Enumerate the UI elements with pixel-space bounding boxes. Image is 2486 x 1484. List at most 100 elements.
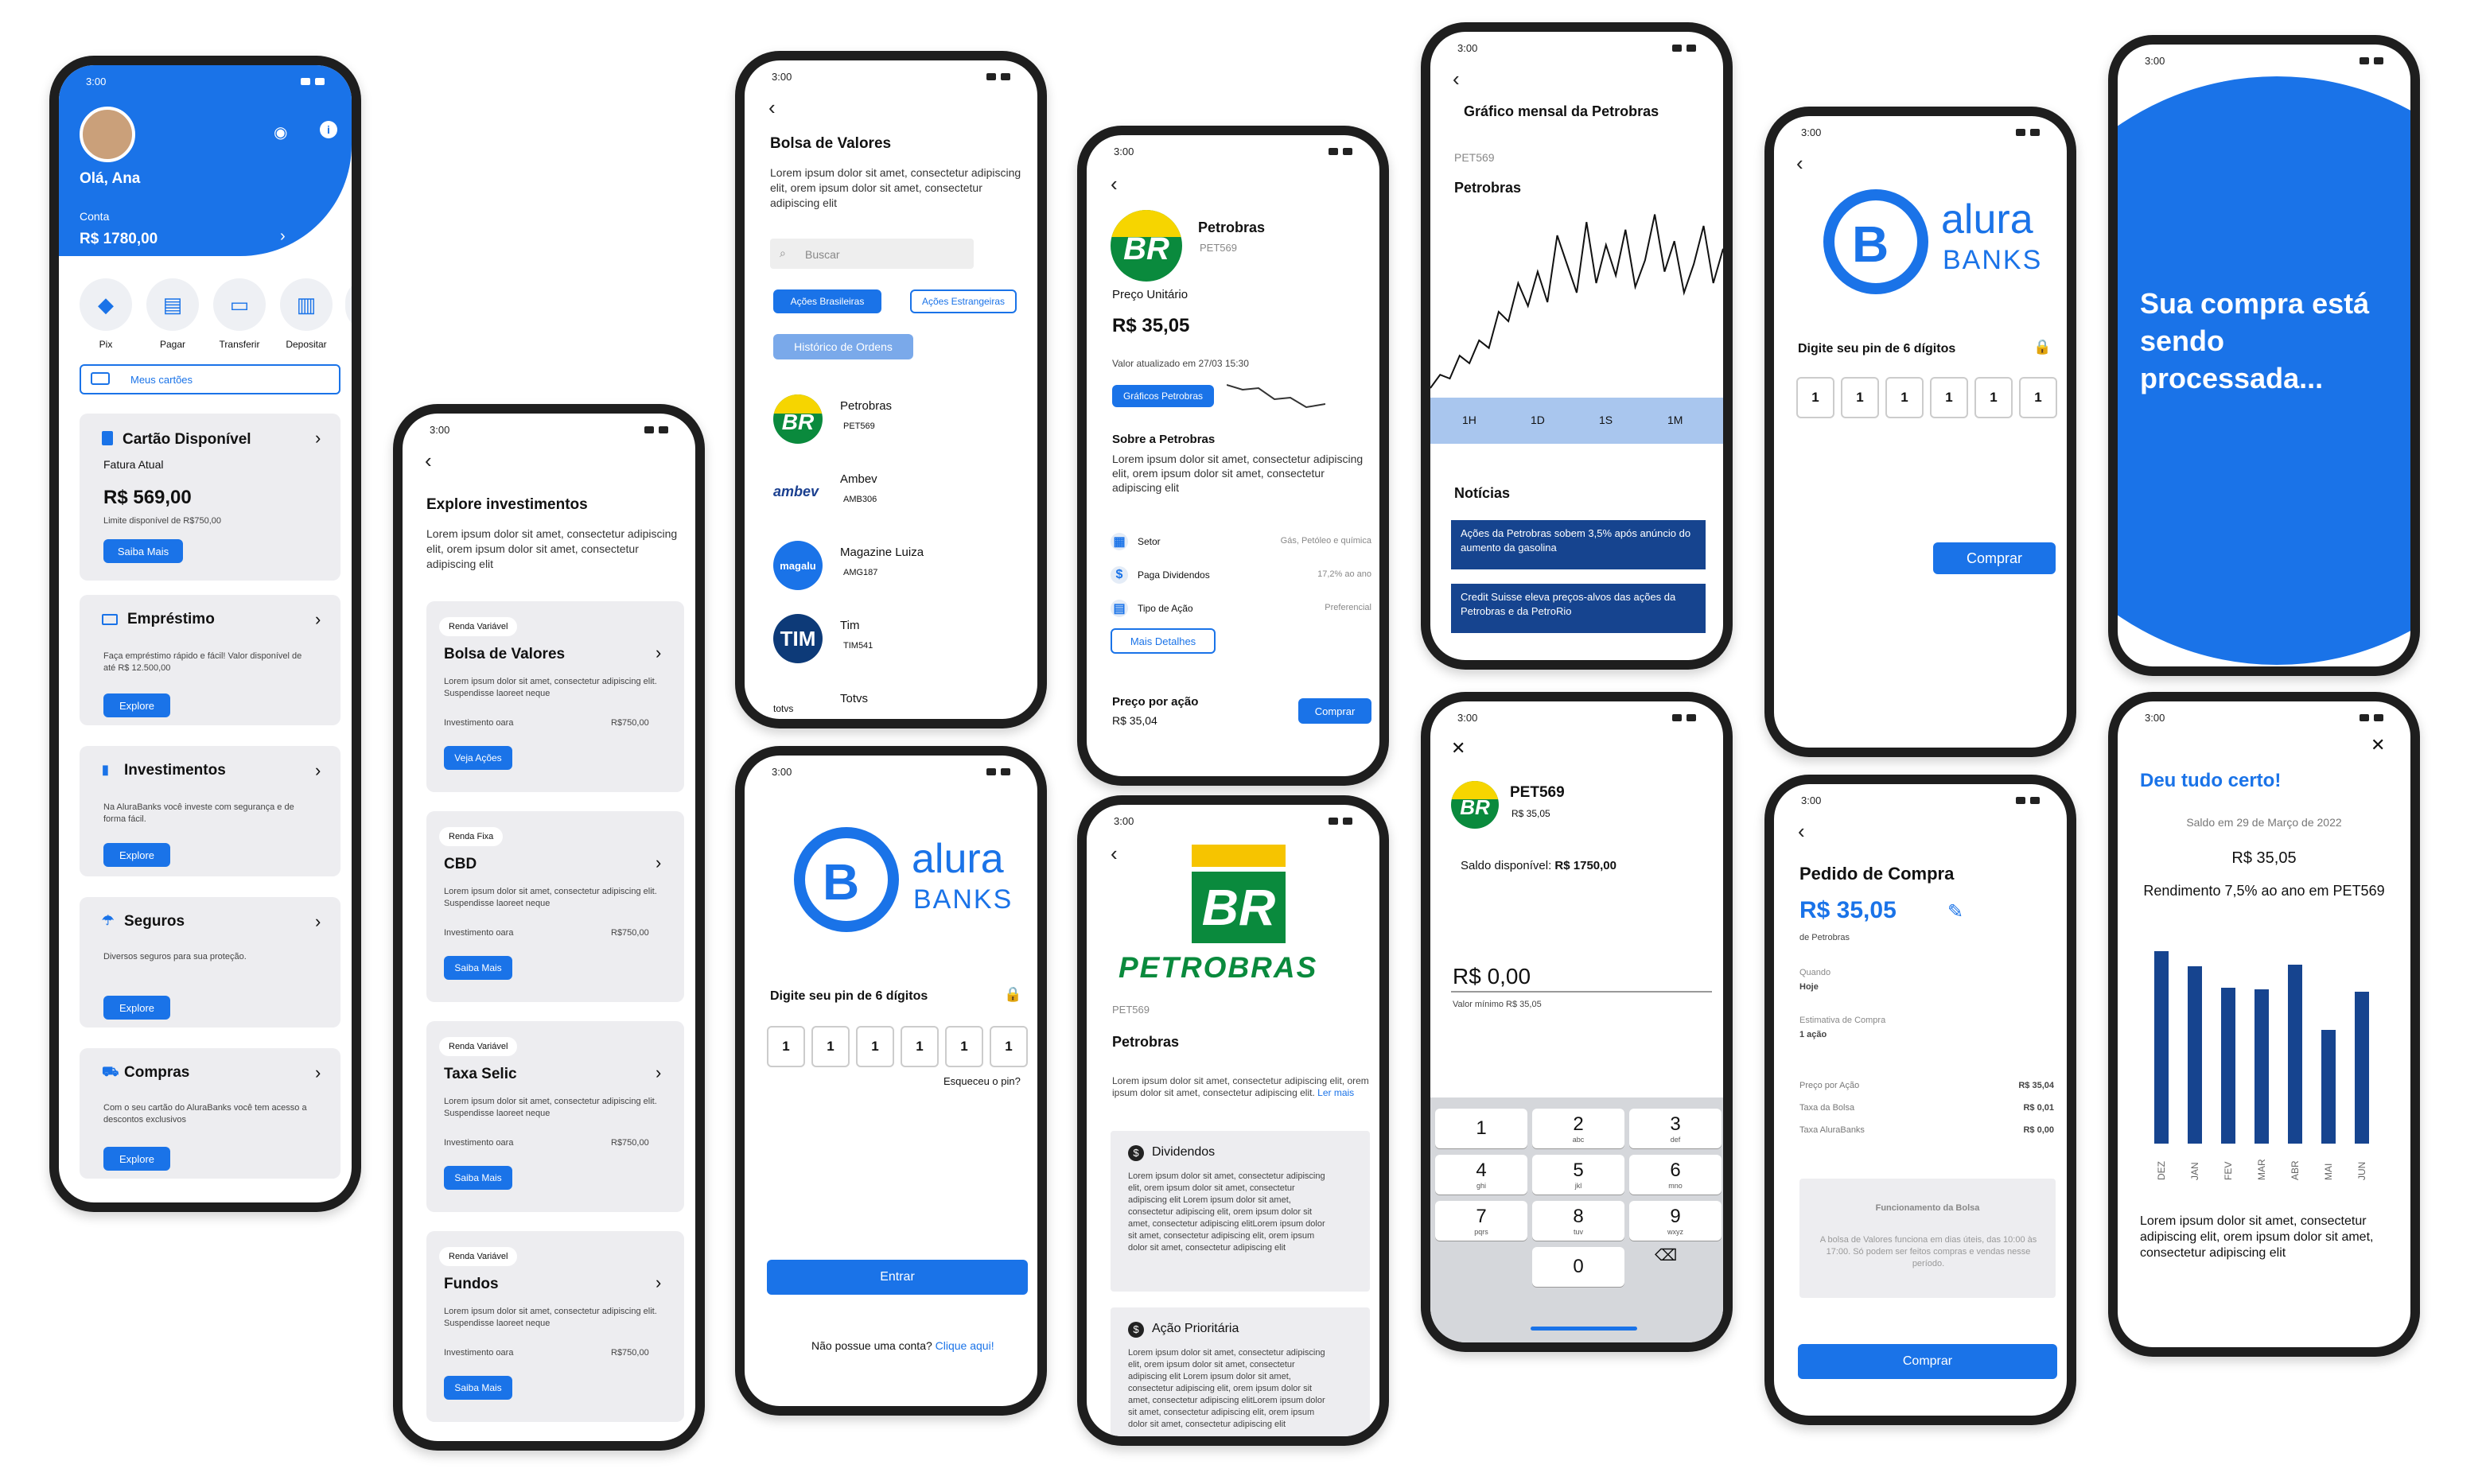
back-arrow-icon[interactable]: ‹ [425,449,432,473]
logo-text-sub: BANKS [913,884,1013,915]
close-icon[interactable]: ✕ [1451,738,1465,759]
key-4[interactable]: 4 ghi [1435,1155,1527,1195]
deposit-icon[interactable]: ▥ [280,278,333,331]
transfer-icon[interactable]: ▭ [213,278,266,331]
card-button[interactable]: Saiba Mais [444,1166,512,1190]
explore-button[interactable]: Explore [103,843,170,867]
chevron-right-icon[interactable]: › [656,1062,661,1083]
stock-name[interactable]: Totvs [840,692,868,705]
pin-digit[interactable]: 1 [1930,377,1968,418]
key-3[interactable]: 3 def [1629,1109,1722,1148]
buy-button[interactable]: Comprar [1298,698,1371,724]
learn-more-button[interactable]: Saiba Mais [103,539,183,563]
key-8[interactable]: 8 tuv [1532,1201,1624,1241]
tab-foreign-stocks[interactable]: Ações Estrangeiras [910,289,1017,313]
key-0[interactable]: 0 [1532,1247,1624,1287]
chevron-right-icon[interactable]: › [315,1062,321,1083]
chevron-right-icon[interactable]: › [280,227,286,246]
forgot-pin-link[interactable]: Esqueceu o pin? [943,1075,1021,1087]
pin-label: Digite seu pin de 6 dígitos [1798,342,1956,355]
stock-code: PET569 [1454,151,1495,164]
search-input[interactable] [770,239,974,269]
eye-icon[interactable]: ◉ [274,122,287,142]
tab-brazilian-stocks[interactable]: Ações Brasileiras [773,289,881,313]
card-button[interactable]: Saiba Mais [444,1376,512,1400]
pin-digit[interactable]: 1 [901,1026,939,1067]
pin-label: Digite seu pin de 6 dígitos [770,989,928,1003]
avatar[interactable] [80,107,135,162]
back-arrow-icon[interactable]: ‹ [1796,151,1803,176]
explore-button[interactable]: Explore [103,996,170,1020]
pin-digit[interactable]: 1 [811,1026,850,1067]
card-button[interactable]: Veja Ações [444,746,512,770]
order-history-button[interactable]: Histórico de Ordens [773,334,913,359]
key-5[interactable]: 5 jkl [1532,1155,1624,1195]
action-label: Depositar [286,339,327,350]
mini-chart [1227,384,1325,409]
chevron-right-icon[interactable]: › [315,609,321,630]
read-more-link[interactable]: Ler mais [1317,1087,1354,1098]
buy-button[interactable]: Comprar [1933,542,2056,574]
chevron-right-icon[interactable]: › [315,911,321,932]
stock-name[interactable]: Ambev [840,472,877,486]
pin-digit[interactable]: 1 [945,1026,983,1067]
chevron-right-icon[interactable]: › [656,853,661,873]
range-tab[interactable]: 1H [1462,414,1476,426]
alura-b-icon: B [823,853,860,911]
intro-text: Lorem ipsum dolor sit amet, consectetur … [426,527,678,570]
ambev-logo: ambev [773,484,819,499]
stock-name[interactable]: Petrobras [840,399,892,413]
pin-digit[interactable]: 1 [990,1026,1028,1067]
more-details-button[interactable]: Mais Detalhes [1111,628,1216,654]
charts-button[interactable]: Gráficos Petrobras [1112,385,1214,407]
buy-button[interactable]: Comprar [1798,1344,2057,1379]
range-tab[interactable]: 1M [1667,414,1683,426]
range-tab[interactable]: 1D [1531,414,1545,426]
back-arrow-icon[interactable]: ‹ [768,95,776,120]
back-arrow-icon[interactable]: ‹ [1798,819,1805,844]
about-title: Sobre a Petrobras [1112,433,1216,446]
my-cards-button[interactable]: Meus cartões [80,364,340,394]
pay-icon[interactable]: ▤ [146,278,199,331]
back-arrow-icon[interactable]: ‹ [1111,841,1118,866]
login-button[interactable]: Entrar [767,1260,1028,1295]
pin-digit[interactable]: 1 [1796,377,1834,418]
building-icon: ▦ [1111,533,1128,550]
pin-digit[interactable]: 1 [856,1026,894,1067]
explore-button[interactable]: Explore [103,1147,170,1171]
stock-name[interactable]: Tim [840,619,859,632]
investment-text: Lorem ipsum dolor sit amet, consectetur … [444,1097,657,1118]
key-2[interactable]: 2 abc [1532,1109,1624,1148]
pin-digit[interactable]: 1 [1885,377,1924,418]
backspace-icon[interactable]: ⌫ [1655,1245,1677,1265]
explore-button[interactable]: Explore [103,693,170,717]
pin-digit[interactable]: 1 [1841,377,1879,418]
back-arrow-icon[interactable]: ‹ [1453,67,1460,91]
key-7[interactable]: 7 pqrs [1435,1201,1527,1241]
key-6[interactable]: 6 mno [1629,1155,1722,1195]
close-icon[interactable]: ✕ [2371,735,2385,756]
info-icon[interactable]: i [320,121,337,138]
pin-digit[interactable]: 1 [1974,377,2013,418]
greeting: Olá, Ana [80,170,141,187]
news-item[interactable]: Ações da Petrobras sobem 3,5% após anúnc… [1451,520,1706,569]
news-item[interactable]: Credit Suisse eleva preços-alvos das açõ… [1451,584,1706,633]
chevron-right-icon[interactable]: › [656,643,661,663]
chevron-right-icon[interactable]: › [315,428,321,449]
signup-link[interactable]: Clique aqui! [936,1339,994,1352]
pin-digit[interactable]: 1 [767,1026,805,1067]
back-arrow-icon[interactable]: ‹ [1111,172,1118,196]
investment-text: Lorem ipsum dolor sit amet, consectetur … [444,1307,657,1328]
chevron-right-icon[interactable]: › [656,1272,661,1293]
stock-name[interactable]: Magazine Luiza [840,546,924,559]
chevron-right-icon[interactable]: › [315,760,321,781]
range-tab[interactable]: 1S [1599,414,1613,426]
card-button[interactable]: Saiba Mais [444,956,512,980]
stock-code: TIM541 [843,641,873,651]
edit-icon[interactable]: ✎ [1947,900,1963,923]
card-text: Na AluraBanks você investe com segurança… [103,802,294,824]
key-1[interactable]: 1 [1435,1109,1527,1148]
pin-digit[interactable]: 1 [2019,377,2057,418]
key-9[interactable]: 9 wxyz [1629,1201,1722,1241]
pix-icon[interactable]: ◆ [80,278,132,331]
